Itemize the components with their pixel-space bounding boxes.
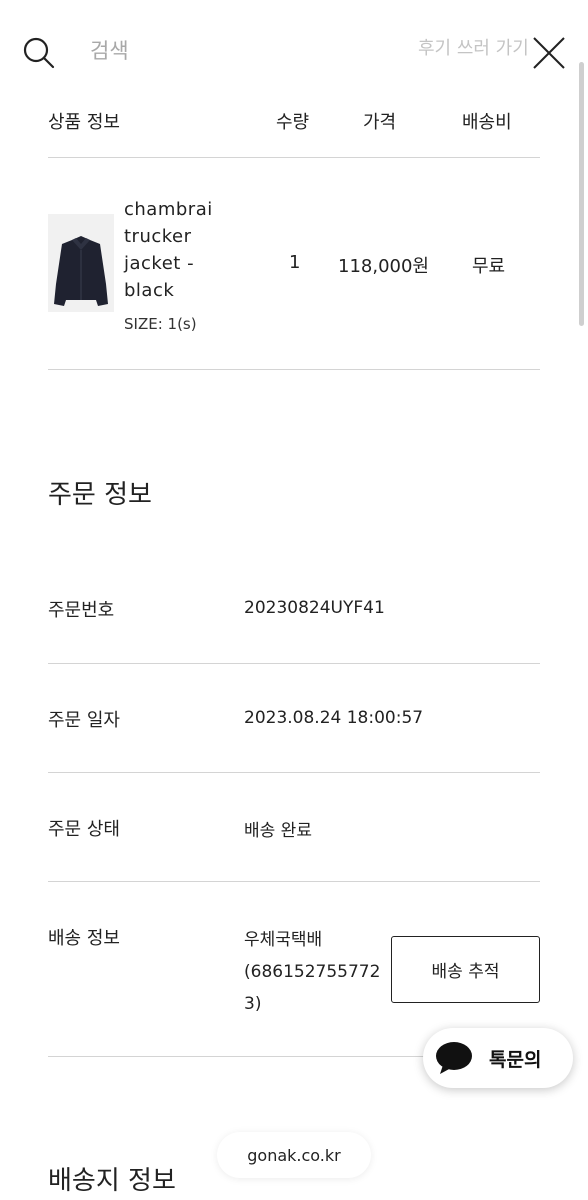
divider: [48, 157, 540, 158]
divider: [48, 881, 540, 882]
header-price: 가격: [363, 112, 397, 133]
order-number-label: 주문번호: [48, 600, 115, 621]
scrollbar[interactable]: [579, 62, 584, 326]
header-product: 상품 정보: [48, 112, 120, 133]
divider: [48, 369, 540, 370]
order-status-value: 배송 완료: [244, 821, 312, 841]
search-bar: 후기 쓰러 가기: [0, 0, 588, 100]
header-qty: 수량: [276, 112, 310, 133]
shipping-line: 우체국택배: [244, 930, 323, 950]
order-number-value: 20230824UYF41: [244, 598, 385, 618]
product-price: 118,000원: [338, 256, 429, 277]
track-shipment-button[interactable]: 배송 추적: [391, 936, 540, 1003]
order-date-value: 2023.08.24 18:00:57: [244, 708, 424, 728]
product-name-line: black: [124, 280, 175, 301]
shipping-line: (686152755772: [244, 962, 381, 982]
header-shipping: 배송비: [462, 112, 512, 133]
product-name-line: chambrai: [124, 199, 213, 220]
product-name-line: trucker: [124, 226, 192, 247]
jacket-image: [54, 236, 108, 306]
product-name[interactable]: chambrai trucker jacket - black: [124, 196, 234, 304]
order-info-title: 주문 정보: [48, 480, 152, 510]
order-status-label: 주문 상태: [48, 819, 120, 840]
shipping-carrier-tracking: 우체국택배 (686152755772 3): [244, 924, 380, 1020]
chat-label: 톡문의: [489, 1048, 542, 1071]
close-icon[interactable]: [530, 34, 568, 72]
shipping-info-label: 배송 정보: [48, 928, 120, 949]
product-size: SIZE: 1(s): [124, 315, 197, 333]
search-input[interactable]: [90, 36, 390, 66]
order-date-label: 주문 일자: [48, 710, 120, 731]
product-image[interactable]: [48, 214, 114, 312]
divider: [48, 772, 540, 773]
talk-inquiry-button[interactable]: 톡문의: [423, 1028, 573, 1088]
domain-pill: gonak.co.kr: [217, 1132, 371, 1178]
delivery-info-title: 배송지 정보: [48, 1166, 176, 1196]
search-icon[interactable]: [22, 36, 56, 70]
product-qty: 1: [289, 252, 301, 273]
product-name-line: jacket -: [124, 253, 195, 274]
divider: [48, 663, 540, 664]
product-shipping-fee: 무료: [472, 256, 506, 277]
chat-bubble-icon: [436, 1042, 472, 1074]
shipping-line: 3): [244, 994, 262, 1014]
review-faded-text: 후기 쓰러 가기: [418, 38, 529, 59]
